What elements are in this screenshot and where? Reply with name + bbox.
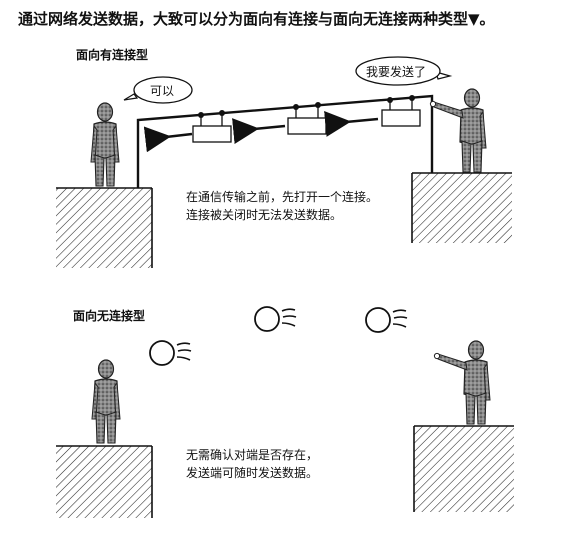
data-ball-3 <box>365 307 408 333</box>
connectionless-label: 面向无连接型 <box>73 309 146 323</box>
connectionless-scene <box>56 306 514 518</box>
sender-person <box>429 88 487 173</box>
receiver-bubble-text: 可以 <box>150 84 175 98</box>
connectionless-caption-line2: 发送端可随时发送数据。 <box>186 466 319 480</box>
receiver-person-2 <box>91 359 121 444</box>
connected-label: 面向有连接型 <box>76 48 149 62</box>
connectionless-caption-line1: 无需确认对端是否存在， <box>186 448 319 462</box>
data-ball-2 <box>254 306 297 332</box>
connected-caption-line2: 连接被关闭时无法发送数据。 <box>186 208 343 222</box>
connected-caption-line1: 在通信传输之前，先打开一个连接。 <box>186 190 379 204</box>
sender-bubble-text: 我要发送了 <box>366 65 427 79</box>
flow-arrow-2 <box>232 118 286 144</box>
flow-arrow-3 <box>324 110 379 137</box>
sender-person-2 <box>433 340 491 425</box>
flow-arrow-1 <box>143 126 193 153</box>
right-cliff <box>412 173 512 243</box>
connectionless-caption: 无需确认对端是否存在， 发送端可随时发送数据。 <box>186 446 318 482</box>
connected-caption: 在通信传输之前，先打开一个连接。 连接被关闭时无法发送数据。 <box>186 188 378 224</box>
connected-scene <box>56 56 512 268</box>
left-cliff-2 <box>56 446 152 518</box>
left-cliff <box>56 188 152 268</box>
right-cliff-2 <box>414 426 514 512</box>
data-ball-1 <box>149 340 192 366</box>
receiver-person <box>90 102 120 187</box>
